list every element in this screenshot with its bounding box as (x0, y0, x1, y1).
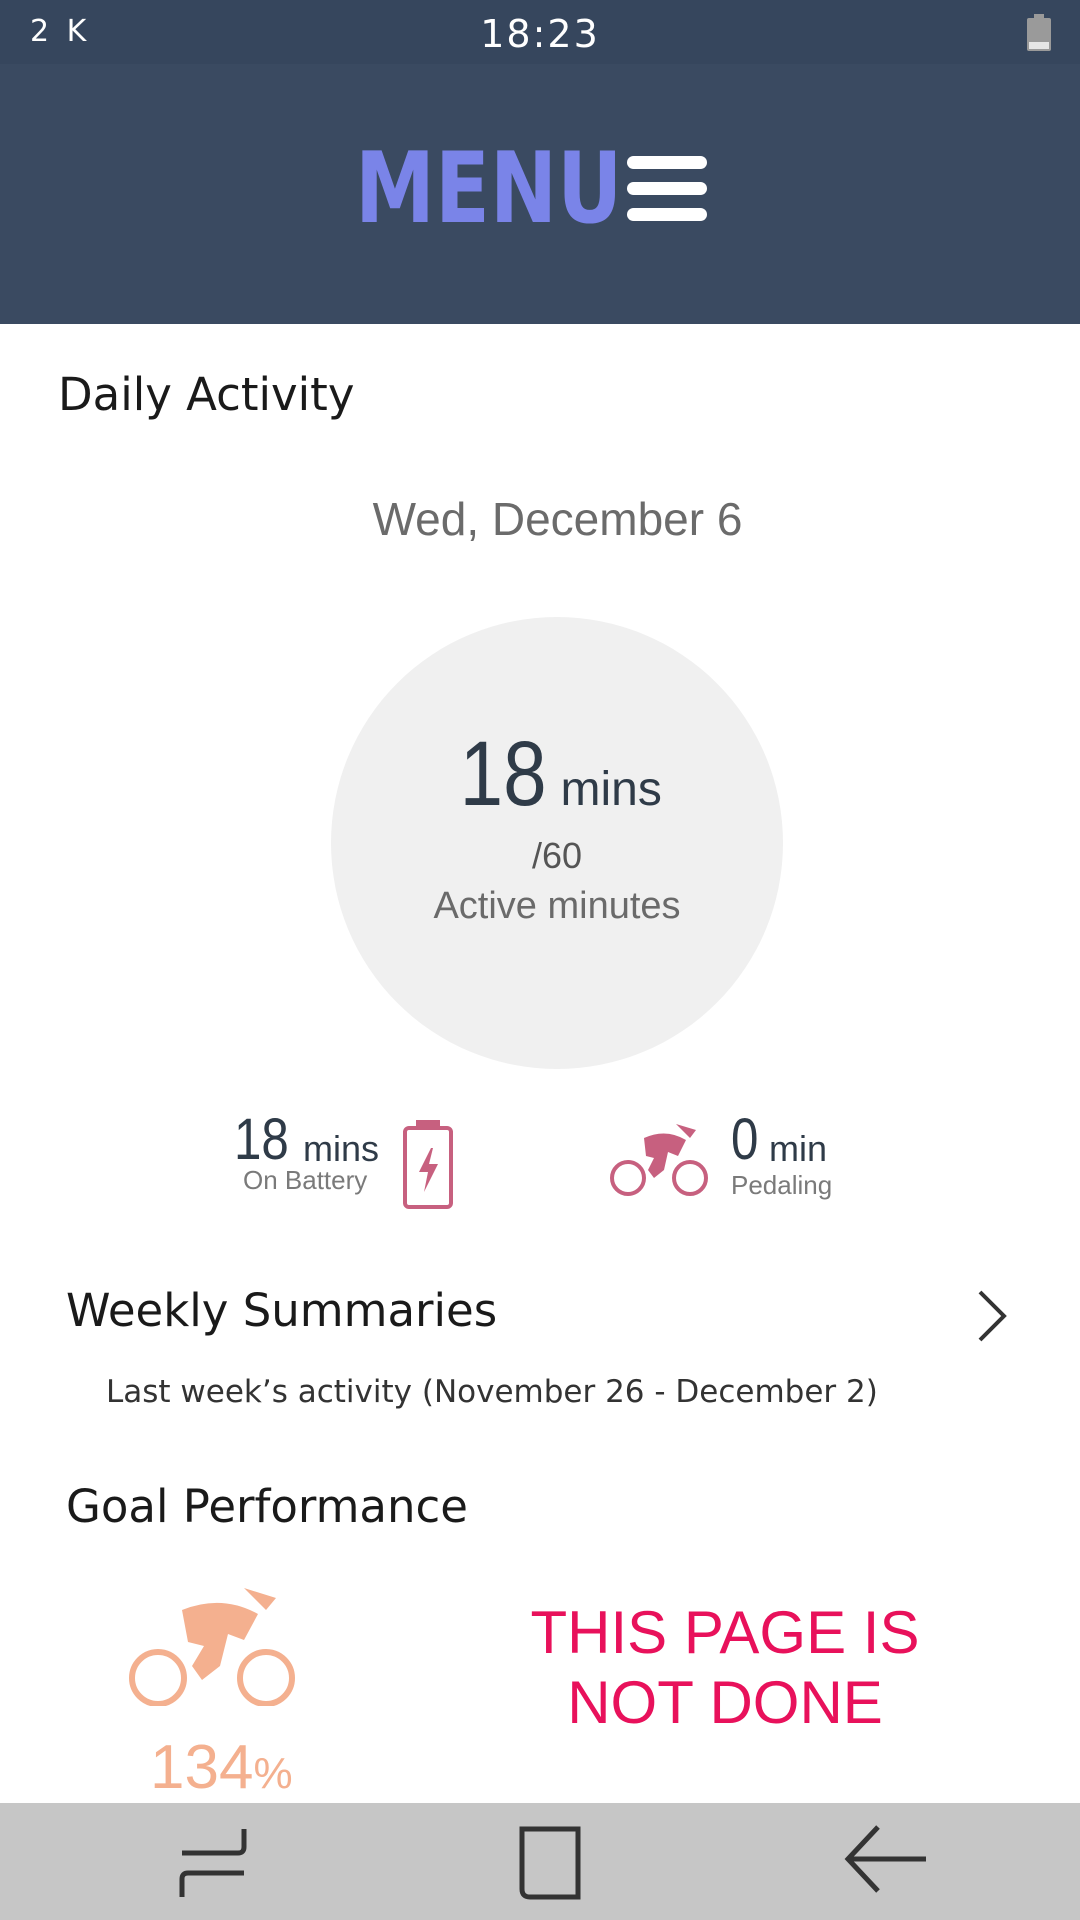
battery-icon (1027, 14, 1051, 51)
active-minutes-label: Active minutes (433, 885, 681, 927)
menu-label: MENU (355, 132, 623, 246)
goal-percent-sign: % (253, 1749, 293, 1798)
header: MENU (0, 64, 1080, 324)
cyclist-icon (610, 1124, 708, 1196)
goal-percent: 134% (150, 1732, 293, 1803)
home-icon[interactable] (506, 1821, 596, 1905)
weekly-summaries-title: Weekly Summaries (66, 1284, 498, 1337)
goal-cyclist-icon (129, 1588, 295, 1706)
weekly-summaries-row[interactable]: Weekly Summaries Last week’s activity (N… (0, 1270, 1080, 1420)
pedaling-minutes-label: Pedaling (731, 1170, 833, 1200)
active-minutes-goal: /60 (531, 835, 583, 876)
activity-date: Wed, December 6 (372, 493, 743, 545)
battery-minutes-value: 18 (234, 1107, 289, 1172)
navigation-bar (0, 1803, 1080, 1920)
daily-activity-title: Daily Activity (58, 368, 355, 421)
active-minutes-value: 18 (459, 723, 547, 825)
pedaling-minutes-value: 0 (731, 1107, 759, 1172)
goal-percent-value: 134 (150, 1733, 254, 1802)
battery-minutes-label: On Battery (243, 1165, 368, 1195)
screen: 2 K 18:23 MENU Daily Activity Wed, Decem… (0, 0, 1080, 1920)
not-done-notice: THIS PAGE IS NOT DONE (440, 1598, 1010, 1738)
active-minutes-value-row: 18 mins (331, 722, 783, 827)
back-arrow-icon[interactable] (842, 1821, 932, 1905)
status-time: 18:23 (480, 12, 600, 56)
not-done-line-1: THIS PAGE IS (530, 1599, 920, 1666)
battery-charging-icon (403, 1120, 453, 1209)
battery-minutes-unit: mins (303, 1128, 380, 1169)
active-minutes-circle[interactable]: 18 mins /60 Active minutes (331, 617, 783, 1069)
weekly-summaries-subtitle: Last week’s activity (November 26 - Dece… (106, 1374, 878, 1410)
pedaling-minutes-unit: min (769, 1128, 828, 1169)
not-done-line-2: NOT DONE (567, 1669, 883, 1736)
goal-performance-title: Goal Performance (66, 1480, 468, 1533)
recent-apps-icon[interactable] (168, 1821, 258, 1905)
chevron-right-icon (978, 1290, 1007, 1342)
menu-button[interactable]: MENU (355, 132, 709, 246)
active-minutes-unit: mins (560, 763, 662, 816)
hamburger-icon (627, 156, 707, 221)
status-bar: 2 K 18:23 (0, 0, 1080, 64)
